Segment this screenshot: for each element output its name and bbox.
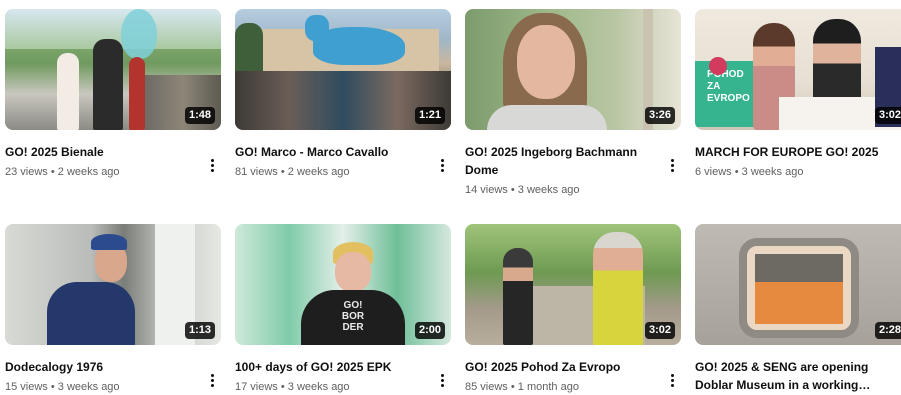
video-stats: 23 views • 2 weeks ago xyxy=(5,164,195,180)
more-options-icon[interactable] xyxy=(205,156,219,174)
video-stats: 15 views • 3 weeks ago xyxy=(5,379,195,395)
view-count: 15 views xyxy=(5,381,48,393)
view-count: 85 views xyxy=(465,381,508,393)
separator: • xyxy=(280,166,285,178)
view-count: 6 views xyxy=(695,166,732,178)
video-card[interactable]: 1:21 GO! Marco - Marco Cavallo 81 views … xyxy=(235,9,451,180)
thumb-person-body xyxy=(47,282,135,345)
separator: • xyxy=(510,381,515,393)
view-count: 17 views xyxy=(235,381,278,393)
video-meta: MARCH FOR EUROPE GO! 2025 6 views • 3 we… xyxy=(695,143,901,180)
upload-age: 3 weeks ago xyxy=(57,381,120,393)
separator: • xyxy=(280,381,285,393)
thumb-room xyxy=(755,254,843,324)
more-options-icon[interactable] xyxy=(665,156,679,174)
thumb-face xyxy=(335,252,371,292)
video-thumbnail[interactable]: POHOD ZA EVROPO 3:02 xyxy=(695,9,901,130)
video-title[interactable]: 100+ days of GO! 2025 EPK xyxy=(235,358,425,376)
video-meta: GO! Marco - Marco Cavallo 81 views • 2 w… xyxy=(235,143,451,180)
video-card[interactable]: POHOD ZA EVROPO 3:02 MARCH FOR EUROPE GO… xyxy=(695,9,901,180)
upload-age: 1 month ago xyxy=(517,381,579,393)
video-thumbnail[interactable]: 1:13 xyxy=(5,224,221,345)
duration-badge: 3:26 xyxy=(644,107,675,124)
video-thumbnail[interactable]: 2:28 xyxy=(695,224,901,345)
separator: • xyxy=(50,166,55,178)
thumb-figure xyxy=(93,39,123,130)
thumb-shirt xyxy=(487,105,607,130)
video-stats: 17 views • 3 weeks ago xyxy=(235,379,425,395)
video-title[interactable]: MARCH FOR EUROPE GO! 2025 xyxy=(695,143,885,161)
video-grid: 1:48 GO! 2025 Bienale 23 views • 2 weeks… xyxy=(0,0,901,393)
thumb-shirt-text: GO! BOR DER xyxy=(341,300,365,333)
thumb-shirt: GO! BOR DER xyxy=(301,290,405,345)
thumb-figure xyxy=(57,53,79,130)
video-title[interactable]: GO! 2025 Ingeborg Bachmann Dome xyxy=(465,143,655,179)
upload-age: 2 weeks ago xyxy=(287,166,350,178)
more-options-icon[interactable] xyxy=(205,371,219,389)
duration-badge: 3:02 xyxy=(874,107,901,124)
thumb-flowers xyxy=(709,57,727,75)
video-thumbnail[interactable]: 1:21 xyxy=(235,9,451,130)
video-stats: 81 views • 2 weeks ago xyxy=(235,164,425,180)
video-meta: GO! 2025 Bienale 23 views • 2 weeks ago xyxy=(5,143,221,180)
video-title[interactable]: GO! 2025 Pohod Za Evropo xyxy=(465,358,655,376)
video-stats: 6 views • 3 weeks ago xyxy=(695,164,885,180)
thumb-face xyxy=(517,25,575,99)
thumb-hat xyxy=(91,234,127,250)
more-options-icon[interactable] xyxy=(665,371,679,389)
view-count: 23 views xyxy=(5,166,48,178)
duration-badge: 3:02 xyxy=(644,322,675,339)
duration-badge: 1:13 xyxy=(184,322,215,339)
video-title[interactable]: GO! Marco - Marco Cavallo xyxy=(235,143,425,161)
video-thumbnail[interactable]: 3:02 xyxy=(465,224,681,345)
view-count: 81 views xyxy=(235,166,278,178)
video-card[interactable]: GO! BOR DER 2:00 100+ days of GO! 2025 E… xyxy=(235,224,451,395)
upload-age: 3 weeks ago xyxy=(741,166,804,178)
upload-age: 3 weeks ago xyxy=(287,381,350,393)
thumb-walker xyxy=(593,232,643,345)
video-stats: 85 views • 1 month ago xyxy=(465,379,655,395)
view-count: 14 views xyxy=(465,184,508,196)
upload-age: 2 weeks ago xyxy=(57,166,120,178)
duration-badge: 1:48 xyxy=(184,107,215,124)
video-thumbnail[interactable]: 3:26 xyxy=(465,9,681,130)
separator: • xyxy=(734,166,739,178)
thumb-walker xyxy=(503,248,533,345)
thumb-figure xyxy=(129,57,145,130)
separator: • xyxy=(510,184,515,196)
video-meta: 100+ days of GO! 2025 EPK 17 views • 3 w… xyxy=(235,358,451,395)
video-thumbnail[interactable]: GO! BOR DER 2:00 xyxy=(235,224,451,345)
video-meta: Dodecalogy 1976 15 views • 3 weeks ago xyxy=(5,358,221,395)
thumb-balloon xyxy=(121,9,157,59)
upload-age: 3 weeks ago xyxy=(517,184,580,196)
thumb-horse-neck xyxy=(305,15,329,41)
video-title[interactable]: Dodecalogy 1976 xyxy=(5,358,195,376)
duration-badge: 1:21 xyxy=(414,107,445,124)
video-card[interactable]: 1:13 Dodecalogy 1976 15 views • 3 weeks … xyxy=(5,224,221,395)
more-options-icon[interactable] xyxy=(435,371,449,389)
more-options-icon[interactable] xyxy=(435,156,449,174)
video-card[interactable]: 1:48 GO! 2025 Bienale 23 views • 2 weeks… xyxy=(5,9,221,180)
separator: • xyxy=(50,381,55,393)
video-card[interactable]: 3:02 GO! 2025 Pohod Za Evropo 85 views •… xyxy=(465,224,681,395)
duration-badge: 2:28 xyxy=(874,322,901,339)
video-title[interactable]: GO! 2025 Bienale xyxy=(5,143,195,161)
duration-badge: 2:00 xyxy=(414,322,445,339)
video-meta: GO! 2025 Pohod Za Evropo 85 views • 1 mo… xyxy=(465,358,681,395)
video-meta: GO! 2025 Ingeborg Bachmann Dome 14 views… xyxy=(465,143,681,198)
video-thumbnail[interactable]: 1:48 xyxy=(5,9,221,130)
video-card[interactable]: 3:26 GO! 2025 Ingeborg Bachmann Dome 14 … xyxy=(465,9,681,198)
video-stats: 14 views • 3 weeks ago xyxy=(465,182,655,198)
video-card[interactable]: 2:28 GO! 2025 & SENG are opening Doblar … xyxy=(695,224,901,394)
